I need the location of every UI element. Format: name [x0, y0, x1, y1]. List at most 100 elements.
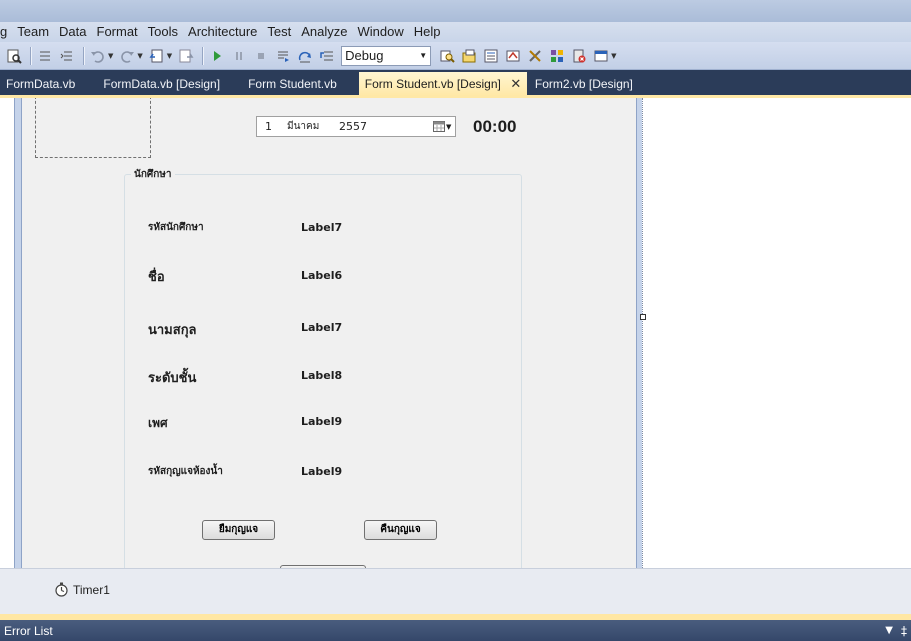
play-icon	[214, 50, 222, 61]
menu-window[interactable]: Window	[353, 22, 409, 42]
menu-tools[interactable]: Tools	[143, 22, 183, 42]
uncomment-button[interactable]	[57, 46, 77, 66]
borrow-key-button[interactable]: ยืมกุญแจ	[202, 520, 275, 540]
designer-left-border	[14, 98, 22, 568]
tab-label: Form Student.vb	[248, 77, 337, 91]
document-tab-strip: FormData.vb FormData.vb [Design] Form St…	[0, 70, 911, 96]
menu-bar: g Team Data Format Tools Architecture Te…	[0, 22, 911, 42]
form-resize-handle[interactable]	[640, 314, 646, 320]
class-level-label: ระดับชั้น	[148, 371, 197, 386]
undo-dropdown-arrow-icon[interactable]: ▼	[108, 52, 113, 60]
tab-form-student-vb[interactable]: Form Student.vb	[242, 72, 343, 96]
step-out-icon	[320, 51, 334, 60]
menu-help[interactable]: Help	[409, 22, 446, 42]
print-preview-icon	[7, 49, 22, 64]
undo-button[interactable]	[88, 46, 108, 66]
start-page-button[interactable]	[591, 46, 611, 66]
standard-toolbar: ▼ ▼ ▼ Debug ▼ ▼	[0, 42, 911, 70]
redo-icon	[121, 50, 135, 63]
menu-test[interactable]: Test	[262, 22, 296, 42]
navigate-backward-dropdown-arrow-icon[interactable]: ▼	[167, 52, 172, 60]
properties-window-button[interactable]	[481, 46, 501, 66]
navigate-forward-button[interactable]	[176, 46, 196, 66]
pin-icon[interactable]: ‡	[901, 624, 907, 638]
step-over-button[interactable]	[295, 46, 315, 66]
first-name-value: Label6	[301, 269, 343, 282]
component-tray: Timer1	[0, 568, 911, 614]
stop-debugging-button[interactable]	[251, 46, 271, 66]
redo-button[interactable]	[117, 46, 137, 66]
comment-button[interactable]	[35, 46, 55, 66]
form-surface[interactable]: 1 มีนาคม 2557 ▼ 00:00 นักศึกษา รหัสนักศึ…	[22, 98, 636, 568]
picture-box[interactable]	[35, 98, 151, 158]
student-id-label: รหัสนักศึกษา	[148, 222, 204, 233]
tab-formdata-vb[interactable]: FormData.vb	[0, 72, 81, 96]
form-designer-canvas[interactable]: 1 มีนาคม 2557 ▼ 00:00 นักศึกษา รหัสนักศึ…	[0, 98, 911, 568]
solution-explorer-icon	[462, 49, 476, 62]
tab-label: Form Student.vb [Design]	[364, 77, 501, 91]
chevron-down-icon: ▼	[446, 122, 452, 131]
tab-form-student-design[interactable]: Form Student.vb [Design] ✕	[358, 72, 527, 96]
gender-value: Label9	[301, 415, 343, 428]
date-year: 2557	[339, 120, 367, 133]
menu-debug[interactable]: g	[0, 22, 12, 42]
object-browser-button[interactable]	[503, 46, 523, 66]
timer-component[interactable]: Timer1	[54, 582, 110, 597]
stop-icon	[258, 52, 265, 59]
error-list-title: Error List	[4, 623, 53, 638]
menu-team[interactable]: Team	[12, 22, 54, 42]
error-list-panel-header[interactable]: Error List ▼ ‡	[0, 620, 911, 641]
break-all-button[interactable]	[229, 46, 249, 66]
server-explorer-button[interactable]	[569, 46, 589, 66]
uncomment-lines-icon	[60, 51, 72, 60]
tab-formdata-design[interactable]: FormData.vb [Design]	[97, 72, 226, 96]
calendar-dropdown-icon[interactable]: ▼	[433, 121, 455, 132]
server-explorer-icon	[573, 49, 586, 62]
toolbar-separator	[83, 46, 84, 65]
tab-form2-design[interactable]: Form2.vb [Design]	[529, 72, 639, 96]
date-month: มีนาคม	[287, 121, 320, 132]
toolbar-separator	[30, 46, 31, 65]
solution-explorer-button[interactable]	[459, 46, 479, 66]
navigate-backward-icon	[149, 49, 163, 62]
solution-configuration-value: Debug	[345, 48, 384, 63]
toolbox-button[interactable]	[525, 46, 545, 66]
last-name-value: Label7	[301, 321, 343, 334]
return-key-button[interactable]: คืนกุญแจ	[364, 520, 437, 540]
solution-configuration-dropdown[interactable]: Debug ▼	[341, 45, 432, 66]
date-time-picker[interactable]: 1 มีนาคม 2557 ▼	[256, 116, 456, 137]
menu-format[interactable]: Format	[92, 22, 143, 42]
menu-analyze[interactable]: Analyze	[296, 22, 352, 42]
close-icon[interactable]: ✕	[509, 72, 523, 96]
menu-architecture[interactable]: Architecture	[183, 22, 262, 42]
print-preview-button[interactable]	[4, 46, 24, 66]
student-id-value: Label7	[301, 221, 343, 234]
start-page-icon	[594, 50, 608, 61]
find-in-files-button[interactable]	[437, 46, 457, 66]
group-box-title: นักศึกษา	[131, 167, 175, 182]
restroom-key-id-label: รหัสกุญแจห้องน้ำ	[148, 466, 223, 477]
toolbar-separator	[202, 46, 204, 65]
form-boundary-line	[642, 98, 643, 568]
stopwatch-icon	[55, 582, 68, 597]
step-out-button[interactable]	[317, 46, 337, 66]
panel-dropdown-icon[interactable]: ▼	[885, 625, 893, 636]
undo-icon	[91, 50, 104, 63]
pause-icon	[236, 51, 243, 60]
last-name-label: นามสกุล	[148, 323, 197, 338]
menu-data[interactable]: Data	[54, 22, 91, 42]
tab-label: Form2.vb [Design]	[534, 77, 633, 91]
step-into-button[interactable]	[273, 46, 293, 66]
clock-label: 00:00	[473, 117, 517, 136]
class-level-value: Label8	[301, 369, 343, 382]
step-over-icon	[299, 51, 312, 62]
toolbar-overflow-icon[interactable]: ▼	[611, 52, 616, 60]
title-bar	[0, 0, 911, 22]
date-day: 1	[265, 120, 272, 133]
tab-label: FormData.vb [Design]	[103, 77, 221, 91]
redo-dropdown-arrow-icon[interactable]: ▼	[137, 52, 142, 60]
start-debugging-button[interactable]	[207, 46, 227, 66]
comment-lines-icon	[40, 51, 50, 60]
class-view-button[interactable]	[547, 46, 567, 66]
navigate-backward-button[interactable]	[147, 46, 167, 66]
